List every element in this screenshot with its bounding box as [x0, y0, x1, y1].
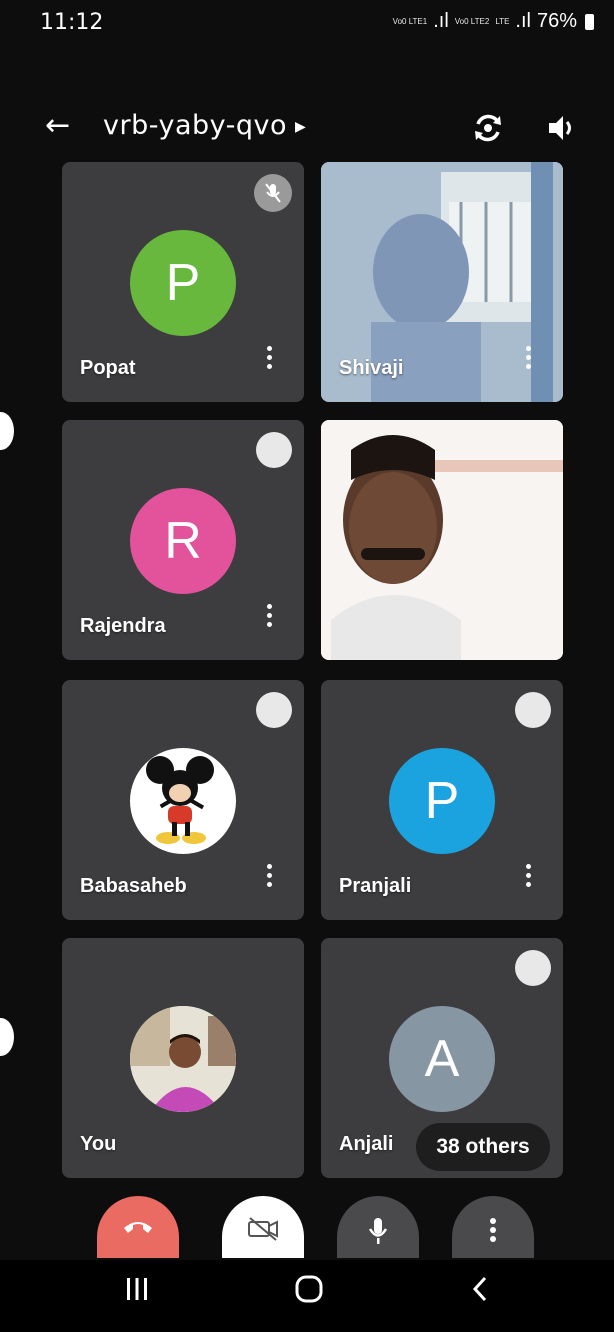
- participant-tile-you[interactable]: You: [62, 938, 304, 1178]
- microphone-button[interactable]: [337, 1196, 419, 1258]
- meeting-header: ← vrb-yaby-qvo ▶: [0, 100, 614, 154]
- participant-tile-pranjali[interactable]: P Pranjali: [321, 680, 563, 920]
- participant-video: [321, 420, 563, 660]
- more-options-icon[interactable]: [525, 346, 531, 372]
- meeting-code: vrb-yaby-qvo: [103, 110, 288, 141]
- status-icons: Vo0 LTE1 .ıl Vo0 LTE2 LTE .ıl 76%: [393, 10, 594, 33]
- participant-name: Shivaji: [339, 357, 404, 379]
- more-options-icon[interactable]: [266, 346, 272, 372]
- lte-label: LTE: [495, 16, 510, 26]
- participant-name: You: [80, 1133, 117, 1155]
- participant-tile-babasaheb[interactable]: Babasaheb: [62, 680, 304, 920]
- avatar-initial: P: [424, 772, 460, 830]
- battery-icon: [585, 13, 594, 30]
- avatar-initial: R: [164, 512, 202, 570]
- camera-toggle-button[interactable]: [222, 1196, 304, 1258]
- muted-mic-icon: [254, 174, 292, 212]
- participant-tile-shivaji[interactable]: Shivaji: [321, 162, 563, 402]
- participant-name: Popat: [80, 357, 136, 379]
- more-options-button[interactable]: [452, 1196, 534, 1258]
- avatar: [130, 1006, 236, 1112]
- participant-tile-rajendra[interactable]: R Rajendra: [62, 420, 304, 660]
- status-indicator: [515, 692, 551, 728]
- more-options-icon[interactable]: [266, 864, 272, 890]
- profile-photo-image: [130, 1006, 236, 1112]
- avatar: P: [130, 230, 236, 336]
- camera-off-icon: [248, 1217, 278, 1241]
- sim2-label: Vo0 LTE2: [454, 16, 490, 26]
- mickey-avatar-image: [146, 756, 214, 844]
- system-navigation-bar: [0, 1260, 614, 1332]
- speaker-icon[interactable]: [544, 110, 580, 146]
- avatar-initial: A: [424, 1030, 460, 1088]
- home-icon[interactable]: [294, 1274, 324, 1304]
- recent-apps-icon[interactable]: [122, 1274, 152, 1304]
- back-arrow-icon[interactable]: ←: [45, 108, 70, 143]
- avatar-initial: P: [165, 254, 201, 312]
- others-count-badge[interactable]: 38 others: [416, 1123, 550, 1171]
- more-options-icon[interactable]: [525, 864, 531, 890]
- status-bar: 11:12 Vo0 LTE1 .ıl Vo0 LTE2 LTE .ıl 76%: [0, 0, 614, 50]
- participant-tile-popat[interactable]: P Popat: [62, 162, 304, 402]
- more-options-icon[interactable]: [266, 604, 272, 630]
- avatar: A: [389, 1006, 495, 1112]
- status-indicator: [256, 432, 292, 468]
- status-time: 11:12: [40, 10, 104, 35]
- battery-level: 76%: [536, 10, 577, 32]
- participant-name: Babasaheb: [80, 875, 187, 897]
- microphone-icon: [368, 1218, 388, 1244]
- status-indicator: [256, 692, 292, 728]
- participant-name: Rajendra: [80, 615, 166, 637]
- end-call-icon: [124, 1222, 152, 1233]
- avatar: R: [130, 488, 236, 594]
- signal-icon: .ıl: [433, 10, 449, 32]
- avatar: [130, 748, 236, 854]
- back-nav-icon[interactable]: [466, 1274, 496, 1304]
- avatar: P: [389, 748, 495, 854]
- end-call-button[interactable]: [97, 1196, 179, 1258]
- chevron-right-icon: ▶: [295, 118, 307, 135]
- participant-name: Pranjali: [339, 875, 412, 897]
- switch-camera-icon[interactable]: [470, 110, 506, 146]
- meeting-title[interactable]: vrb-yaby-qvo ▶: [103, 110, 306, 141]
- more-vert-icon: [490, 1218, 496, 1242]
- signal-icon: .ıl: [515, 10, 531, 32]
- edge-handle: [0, 412, 14, 450]
- participant-name: Anjali: [339, 1133, 394, 1155]
- participant-tile-video[interactable]: [321, 420, 563, 660]
- edge-handle: [0, 1018, 14, 1056]
- sim1-label: Vo0 LTE1: [392, 16, 428, 26]
- status-indicator: [515, 950, 551, 986]
